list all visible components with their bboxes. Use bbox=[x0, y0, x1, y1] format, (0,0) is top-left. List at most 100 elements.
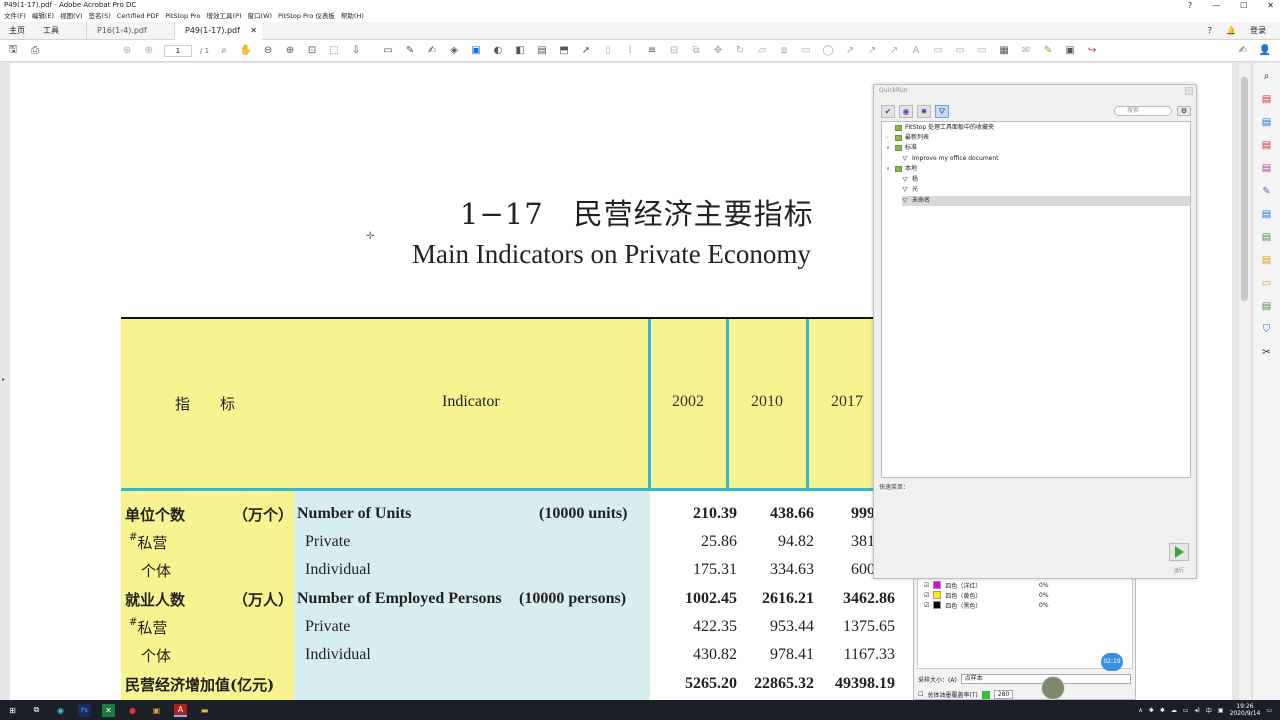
skew-icon[interactable]: ▱ bbox=[755, 44, 769, 58]
pitstop-inspector-icon[interactable]: ▣ bbox=[469, 44, 483, 58]
checkbox-icon[interactable]: ☑ bbox=[924, 582, 929, 589]
next-page-icon[interactable]: ⊕ bbox=[142, 44, 156, 58]
hand-tool-icon[interactable]: ✋ bbox=[239, 44, 253, 58]
callout-icon[interactable]: ▭ bbox=[931, 44, 945, 58]
close-panel-button[interactable] bbox=[1185, 87, 1193, 95]
photoshop-icon[interactable]: Ps bbox=[78, 703, 91, 717]
tray-arrow-icon[interactable]: ∧ bbox=[1138, 707, 1142, 714]
zoom-search-icon[interactable]: ⌕ bbox=[1261, 69, 1273, 84]
checkbox-icon[interactable]: ☑ bbox=[924, 592, 929, 599]
rotate-icon[interactable]: ↻ bbox=[733, 44, 747, 58]
marquee-zoom-icon[interactable]: ⬚ bbox=[327, 44, 341, 58]
folder-icon[interactable]: ▬ bbox=[198, 704, 211, 717]
tree-item[interactable]: ⛛ 杨 bbox=[902, 175, 918, 185]
menu-certified-pdf[interactable]: Certified PDF bbox=[117, 11, 160, 22]
tree-item[interactable]: ⛛ Improve my office document bbox=[902, 154, 999, 164]
print-icon[interactable]: ⎙ bbox=[28, 44, 42, 58]
login-link[interactable]: 登录 bbox=[1250, 25, 1266, 36]
fill-sign-side-icon[interactable]: ✎ bbox=[1261, 184, 1273, 199]
share-icon[interactable]: ↪ bbox=[1085, 44, 1099, 58]
edit-text-icon[interactable]: ▯ bbox=[601, 44, 615, 58]
pitstop-select-icon[interactable]: ⬒ bbox=[557, 44, 571, 58]
pitstop-fix-icon[interactable]: ▤ bbox=[535, 44, 549, 58]
input-language[interactable]: 中 bbox=[1206, 706, 1212, 715]
pitstop-preflight-icon[interactable]: ◐ bbox=[491, 44, 505, 58]
pitstop-edit-icon[interactable]: ◧ bbox=[513, 44, 527, 58]
network-icon[interactable]: ▭ bbox=[1183, 707, 1189, 714]
zoom-in-icon[interactable]: ⊕ bbox=[283, 44, 297, 58]
vertical-scrollbar[interactable] bbox=[1239, 63, 1251, 700]
help-icon[interactable]: ? bbox=[1208, 26, 1212, 35]
search-input[interactable]: 搜索 bbox=[1114, 106, 1172, 116]
tray-app-icon[interactable]: ✱ bbox=[1149, 707, 1154, 714]
comment-icon[interactable]: ▭ bbox=[381, 44, 395, 58]
user-add-icon[interactable]: 👤 bbox=[1258, 44, 1272, 58]
checkbox-icon[interactable]: ☑ bbox=[924, 602, 929, 609]
export-icon[interactable]: ▣ bbox=[1063, 44, 1077, 58]
notification-icon[interactable]: ▭ bbox=[1266, 707, 1272, 714]
tree-item[interactable]: PitStop 处理工具面板中的收藏夹 bbox=[886, 123, 994, 133]
check-icon[interactable]: ✔ bbox=[881, 105, 895, 118]
menu-pitstop-dashboard[interactable]: PitStop Pro 仪表板 bbox=[278, 11, 335, 22]
grid-icon[interactable]: ▦ bbox=[997, 44, 1011, 58]
close-window-button[interactable]: ✕ bbox=[1267, 0, 1274, 11]
menu-view[interactable]: 视图(V) bbox=[60, 11, 83, 22]
send-review-icon[interactable]: ▤ bbox=[1261, 253, 1273, 268]
distribute-icon[interactable]: ⊟ bbox=[667, 44, 681, 58]
export-pdf-icon[interactable]: ▤ bbox=[1261, 115, 1273, 130]
rectangle-icon[interactable]: ▭ bbox=[799, 44, 813, 58]
task-view-icon[interactable]: ⧉ bbox=[30, 704, 43, 717]
tab-tools[interactable]: 工具 bbox=[34, 22, 68, 40]
chevron-down-icon[interactable]: ∨ bbox=[886, 143, 892, 153]
pointer-icon[interactable]: ➚ bbox=[579, 44, 593, 58]
menu-help[interactable]: 帮助(H) bbox=[341, 11, 364, 22]
tree-item-selected[interactable]: ⛛ 未命名 bbox=[902, 196, 1190, 206]
recorder-icon[interactable]: ● bbox=[126, 704, 139, 717]
fill-sign-icon[interactable]: ✍ bbox=[1236, 44, 1250, 58]
save-icon[interactable]: 🖫 bbox=[6, 44, 20, 58]
create-pdf-icon[interactable]: ▤ bbox=[1261, 92, 1273, 107]
tray-app-icon[interactable]: ✱ bbox=[1160, 707, 1165, 714]
ink-row[interactable]: ☑ 四色（黄色） 0% bbox=[924, 590, 1049, 600]
pen-icon[interactable]: ✎ bbox=[403, 44, 417, 58]
total-ink-input[interactable]: 280 bbox=[993, 690, 1014, 699]
page-number-input[interactable]: 1 bbox=[164, 44, 192, 57]
path-icon[interactable]: ↗ bbox=[843, 44, 857, 58]
scroll-mode-icon[interactable]: ⇩ bbox=[349, 44, 363, 58]
chevron-down-icon[interactable]: ∨ bbox=[886, 164, 892, 174]
gear-icon[interactable]: ⚙ bbox=[1177, 106, 1191, 116]
zoom-out-icon[interactable]: ⊖ bbox=[261, 44, 275, 58]
ime-icon[interactable]: ▣ bbox=[1218, 707, 1224, 714]
organize-pages-icon[interactable]: ▤ bbox=[1261, 138, 1273, 153]
excel-icon[interactable]: ✕ bbox=[102, 703, 115, 717]
menu-file[interactable]: 文件(F) bbox=[4, 11, 26, 22]
mail-icon[interactable]: ✉ bbox=[1019, 44, 1033, 58]
print-production-icon[interactable]: ▤ bbox=[1261, 299, 1273, 314]
edge-browser-icon[interactable]: ◉ bbox=[54, 704, 67, 717]
checkbox-icon[interactable]: ☐ bbox=[918, 691, 923, 698]
protect-icon[interactable]: ⛉ bbox=[1261, 322, 1273, 337]
group-icon[interactable]: ⧉ bbox=[689, 44, 703, 58]
menu-sign[interactable]: 签名(S) bbox=[89, 11, 111, 22]
select-icon[interactable]: ⌕ bbox=[217, 44, 231, 58]
tree-item[interactable]: ∨ 标准 bbox=[886, 143, 917, 153]
stamp-icon[interactable]: ◈ bbox=[447, 44, 461, 58]
highlight-icon[interactable]: ✎ bbox=[1041, 44, 1055, 58]
close-tab-icon[interactable]: ✕ bbox=[250, 22, 257, 40]
bell-icon[interactable]: 🔔 bbox=[1226, 26, 1236, 35]
prev-page-icon[interactable]: ⊕ bbox=[120, 44, 134, 58]
doc-tab-p49[interactable]: P49(1-17).pdf ✕ bbox=[174, 21, 262, 40]
edit-pdf-icon[interactable]: ▤ bbox=[1261, 161, 1273, 176]
menu-plugins[interactable]: 增效工具(P) bbox=[207, 11, 242, 22]
acrobat-icon[interactable]: A bbox=[174, 703, 187, 717]
tree-item[interactable]: ⛛ 光 bbox=[902, 185, 918, 195]
filter-icon[interactable]: ⛛ bbox=[935, 105, 949, 118]
clock[interactable]: 19:26 2020/9/14 bbox=[1230, 703, 1261, 717]
ink-row[interactable]: ☑ 四色（黑色） 0% bbox=[924, 600, 1049, 610]
maximize-button[interactable]: ☐ bbox=[1240, 0, 1247, 11]
enhance-scan-icon[interactable]: ▤ bbox=[1261, 207, 1273, 222]
curve-icon[interactable]: ↗ bbox=[887, 44, 901, 58]
preflight-profile-icon[interactable]: ◉ bbox=[899, 105, 913, 118]
cloud-icon[interactable]: ☁ bbox=[1171, 707, 1177, 714]
polygon-icon[interactable]: ↗ bbox=[865, 44, 879, 58]
